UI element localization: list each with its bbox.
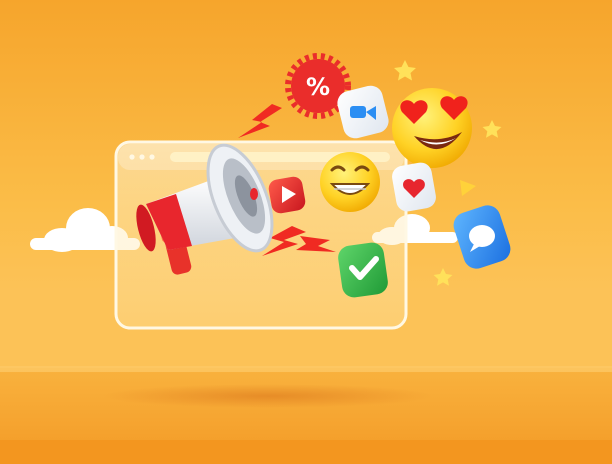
window-dot xyxy=(149,154,155,160)
grinning-emoji-icon xyxy=(320,152,380,212)
window-dot xyxy=(139,154,145,160)
checkmark-icon xyxy=(338,242,388,298)
drop-shadow xyxy=(103,384,433,408)
floor-edge xyxy=(0,366,612,372)
percent-symbol: % xyxy=(306,73,330,101)
floor-front xyxy=(0,440,612,464)
promo-scene: % xyxy=(0,0,612,464)
heart-eyes-emoji-icon xyxy=(392,88,472,168)
play-tile-icon xyxy=(268,176,306,214)
window-dot xyxy=(129,154,135,160)
heart-icon xyxy=(392,162,436,212)
